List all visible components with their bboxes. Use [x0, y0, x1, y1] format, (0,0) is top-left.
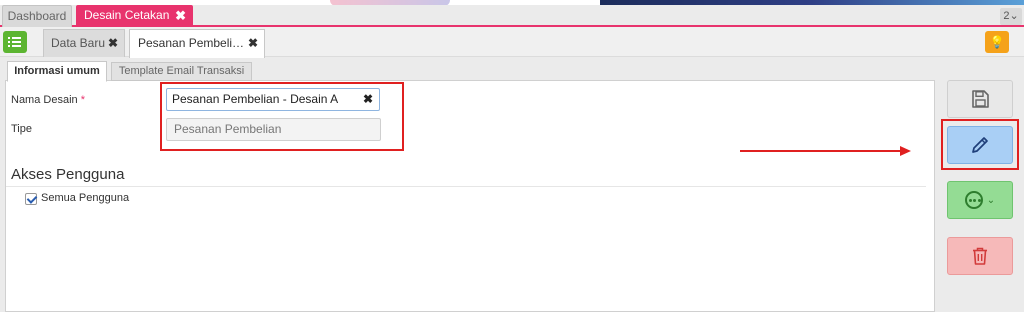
highlight-box — [160, 82, 404, 151]
close-icon[interactable]: ✖ — [108, 30, 118, 57]
required-mark: * — [80, 94, 85, 106]
highlight-box — [941, 119, 1019, 170]
semua-pengguna-label: Semua Pengguna — [41, 192, 130, 204]
save-button[interactable] — [947, 80, 1013, 118]
akses-pengguna-title: Akses Pengguna — [11, 166, 125, 183]
tab-data-baru[interactable]: Data Baru ✖ — [43, 29, 125, 57]
window-count-dropdown[interactable]: 2⌄ — [1000, 8, 1022, 25]
tab-data-baru-label: Data Baru — [51, 36, 106, 50]
tab-dashboard-label: Dashboard — [7, 9, 67, 23]
tipe-label: Tipe — [11, 123, 32, 135]
chevron-down-icon: ⌄ — [1009, 10, 1019, 22]
annotation-arrow — [740, 150, 903, 152]
semua-pengguna-checkbox[interactable] — [25, 193, 37, 205]
tab-template-email[interactable]: Template Email Transaksi — [111, 62, 252, 81]
section-divider — [6, 186, 926, 187]
tab-dashboard[interactable]: Dashboard — [2, 5, 72, 27]
tab-desain-cetakan[interactable]: Desain Cetakan ✖ — [76, 5, 193, 27]
nama-desain-label-text: Nama Desain — [11, 94, 78, 106]
nama-desain-label: Nama Desain * — [11, 94, 85, 106]
menu-list-button[interactable] — [3, 31, 27, 53]
close-icon[interactable]: ✖ — [248, 30, 258, 57]
annotation-arrow-head — [900, 146, 911, 156]
chevron-down-icon: ⌄ — [986, 194, 996, 206]
tab-pesanan-pembelian[interactable]: Pesanan Pembeli… ✖ — [129, 29, 265, 58]
tab-informasi-umum[interactable]: Informasi umum — [7, 61, 107, 82]
tab-desain-cetakan-label: Desain Cetakan — [84, 8, 170, 22]
lightbulb-icon[interactable]: 💡 — [985, 31, 1009, 53]
more-options-icon — [964, 191, 983, 209]
trash-icon — [973, 247, 987, 265]
tab-pesanan-label: Pesanan Pembeli… — [138, 36, 245, 50]
more-actions-button[interactable]: ⌄ — [947, 181, 1013, 219]
delete-button[interactable] — [947, 237, 1013, 275]
form-panel — [5, 80, 935, 312]
save-icon — [972, 90, 989, 108]
close-icon[interactable]: ✖ — [175, 5, 186, 26]
